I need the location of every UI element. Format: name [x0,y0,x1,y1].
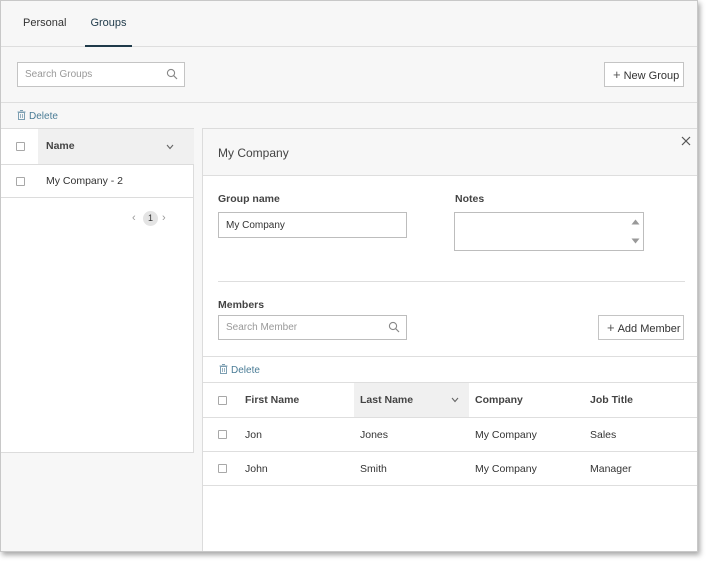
plus-icon: + [613,67,621,82]
new-group-label: New Group [623,70,680,82]
search-groups-box [17,62,185,87]
delete-members-button[interactable]: Delete [219,364,260,376]
groups-list-panel: Name My Company - 2 ‹ 1 › [1,128,194,453]
member-row-checkbox[interactable] [218,430,227,439]
search-member-box [218,315,407,340]
groups-list-header: Name [1,129,194,165]
members-label: Members [218,299,265,311]
name-column-label: Name [46,140,75,152]
search-icon[interactable] [388,321,400,333]
group-row-checkbox[interactable] [16,177,25,186]
groups-toolbar: +New Group [1,48,697,103]
group-detail-panel: My Company Group name Notes Members [202,128,697,551]
add-member-label: Add Member [617,323,681,335]
plus-icon: + [607,320,615,335]
section-divider [218,281,685,282]
chevron-down-icon[interactable] [166,144,174,150]
job-title-cell: Sales [590,429,617,441]
select-all-members-checkbox[interactable] [218,396,227,405]
close-icon[interactable] [680,135,692,147]
add-member-button[interactable]: + Add Member [598,315,684,340]
select-all-groups-checkbox[interactable] [16,142,25,151]
tab-personal[interactable]: Personal [23,1,66,47]
notes-label: Notes [455,193,485,205]
column-header-first-name[interactable]: First Name [245,394,299,406]
detail-header: My Company [203,129,697,176]
notes-box [454,212,644,251]
pagination: ‹ 1 › [129,211,174,227]
members-separator [203,356,697,357]
search-icon[interactable] [166,68,178,80]
column-header-last-name[interactable]: Last Name [360,394,413,406]
chevron-left-icon[interactable]: ‹ [132,212,136,224]
scroll-down-icon[interactable] [631,238,640,244]
tab-groups[interactable]: Groups [85,1,132,47]
delete-label: Delete [231,365,260,376]
page-number-button[interactable]: 1 [143,211,158,226]
last-name-cell: Jones [360,429,389,441]
table-row[interactable]: Jon Jones My Company Sales [203,418,697,452]
group-row-name[interactable]: My Company - 2 [46,175,123,187]
tab-bar: Personal Groups [1,1,697,47]
member-row-checkbox[interactable] [218,464,227,473]
scroll-up-icon[interactable] [631,219,640,225]
job-title-cell: Manager [590,463,632,475]
notes-textarea[interactable] [455,213,625,250]
chevron-down-icon[interactable] [451,397,459,403]
company-cell: My Company [475,463,537,475]
first-name-cell: John [245,463,268,475]
app-window: Personal Groups +New Group Delete [0,0,698,552]
last-name-cell: Smith [360,463,387,475]
first-name-cell: Jon [245,429,262,441]
group-name-label: Group name [218,193,280,205]
search-member-input[interactable] [219,316,379,339]
chevron-right-icon[interactable]: › [162,212,166,224]
trash-icon [17,110,26,120]
delete-groups-button[interactable]: Delete [17,110,58,122]
column-header-company[interactable]: Company [475,394,523,406]
detail-title: My Company [218,146,289,160]
members-table-header: First Name Last Name Company Job Title [203,382,697,418]
column-header-job-title[interactable]: Job Title [590,394,633,406]
group-row[interactable]: My Company - 2 [1,165,193,198]
company-cell: My Company [475,429,537,441]
new-group-button[interactable]: + New Group [604,62,684,87]
members-table: First Name Last Name Company Job Title J… [203,382,697,486]
search-groups-input[interactable] [18,63,158,86]
trash-icon [219,364,228,374]
delete-label: Delete [29,111,58,122]
group-name-input[interactable] [218,212,407,238]
name-column-header[interactable]: Name [38,129,194,164]
table-row[interactable]: John Smith My Company Manager [203,452,697,486]
